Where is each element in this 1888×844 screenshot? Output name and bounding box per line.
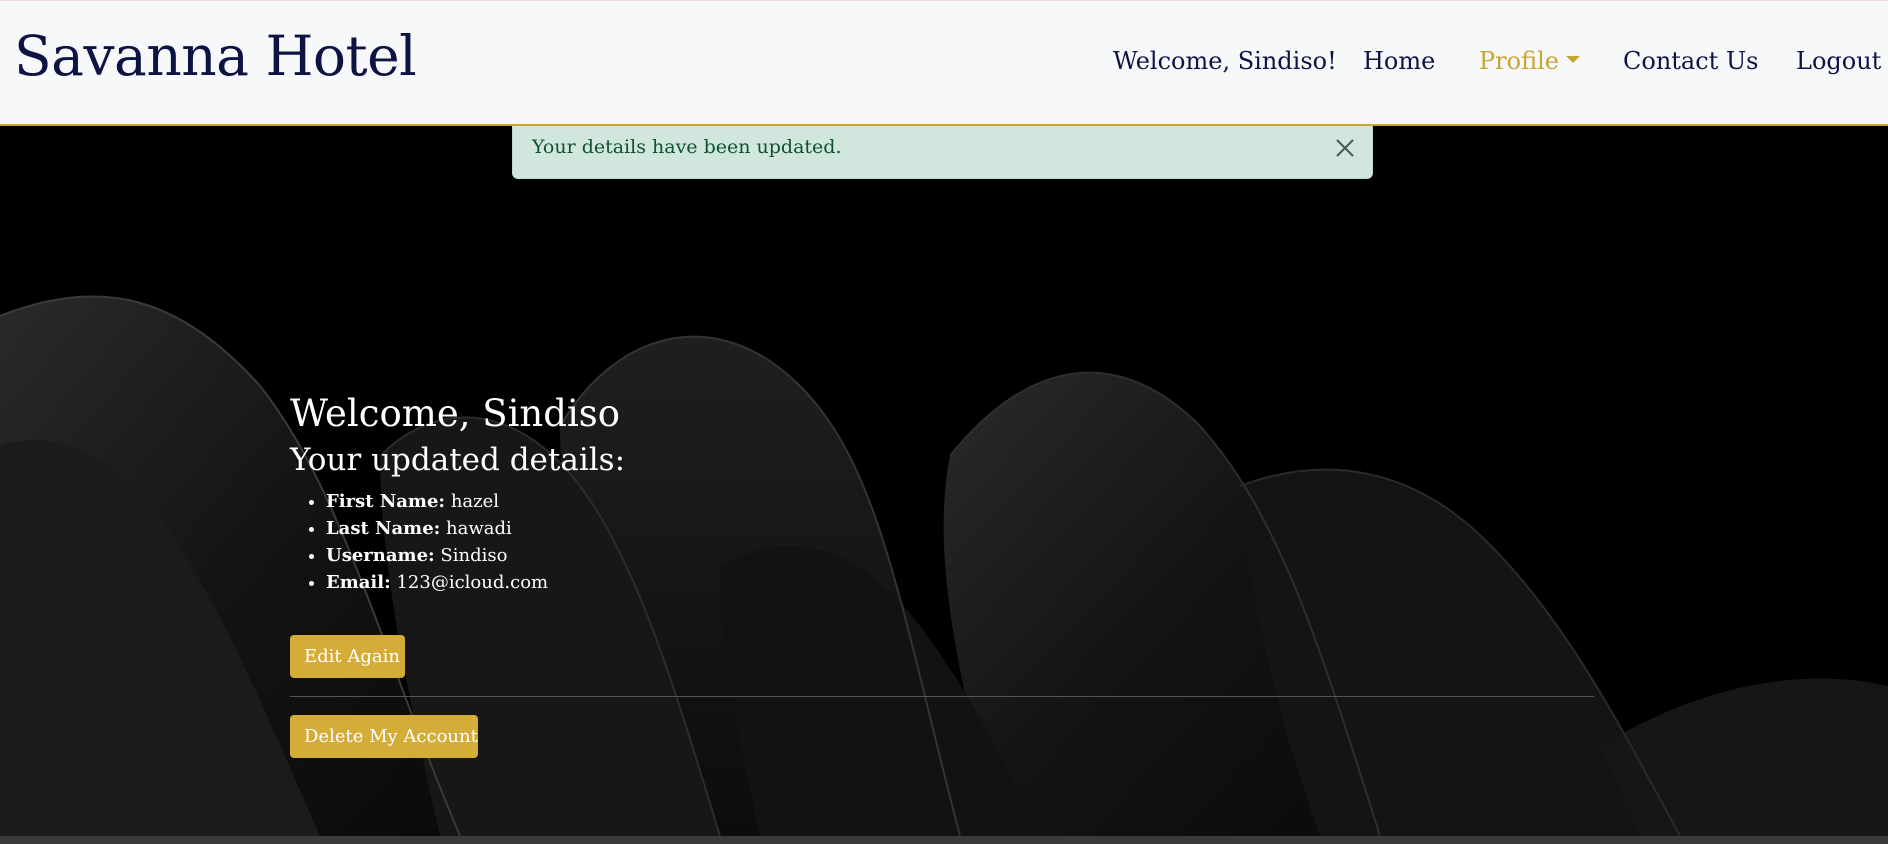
- welcome-heading: Welcome, Sindiso: [290, 392, 621, 435]
- detail-value: hazel: [450, 491, 500, 512]
- detail-label: Email:: [326, 572, 391, 593]
- nav-welcome-text: Welcome, Sindiso!: [1113, 47, 1337, 75]
- profile-content: Welcome, Sindiso Your updated details: F…: [290, 392, 625, 596]
- detail-label: Last Name:: [326, 518, 441, 539]
- divider: [290, 696, 1594, 697]
- detail-label: First Name:: [326, 491, 446, 512]
- success-alert: Your details have been updated.: [512, 126, 1373, 179]
- detail-label: Username:: [326, 545, 435, 566]
- detail-value: 123@icloud.com: [396, 572, 549, 593]
- details-heading: Your updated details:: [290, 442, 626, 478]
- detail-value: Sindiso: [440, 545, 508, 566]
- detail-username: Username: Sindiso: [326, 542, 625, 569]
- details-list: First Name: hazel Last Name: hawadi User…: [290, 488, 625, 596]
- background-waves-image: [0, 295, 1888, 836]
- navbar: Savanna Hotel Welcome, Sindiso! Home Pro…: [0, 0, 1888, 126]
- close-icon[interactable]: [1332, 135, 1358, 161]
- page: Savanna Hotel Welcome, Sindiso! Home Pro…: [0, 0, 1888, 844]
- nav-profile-label: Profile: [1479, 47, 1559, 75]
- detail-email: Email: 123@icloud.com: [326, 569, 625, 596]
- nav-contact-link[interactable]: Contact Us: [1623, 49, 1758, 73]
- caret-down-icon: [1565, 56, 1580, 63]
- edit-again-button[interactable]: Edit Again: [290, 635, 405, 678]
- alert-message: Your details have been updated.: [532, 136, 842, 158]
- nav-logout-link[interactable]: Logout: [1796, 49, 1881, 73]
- detail-value: hawadi: [446, 518, 512, 539]
- brand-logo[interactable]: Savanna Hotel: [14, 29, 417, 84]
- detail-last-name: Last Name: hawadi: [326, 515, 625, 542]
- detail-first-name: First Name: hazel: [326, 488, 625, 515]
- nav-profile-dropdown[interactable]: Profile: [1479, 49, 1580, 73]
- delete-account-button[interactable]: Delete My Account: [290, 715, 478, 758]
- nav-home-link[interactable]: Home: [1363, 49, 1435, 73]
- footer-strip: [0, 836, 1888, 844]
